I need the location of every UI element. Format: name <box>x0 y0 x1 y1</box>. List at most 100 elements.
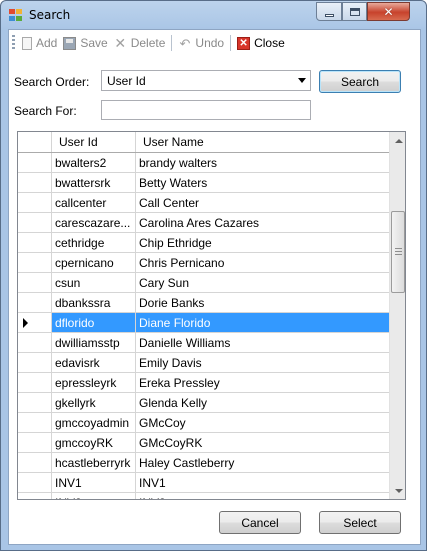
row-header[interactable] <box>18 413 52 433</box>
cell-user-id[interactable]: dwilliamsstp <box>52 333 136 353</box>
row-header[interactable] <box>18 153 52 173</box>
vertical-scrollbar[interactable] <box>389 132 405 499</box>
cell-user-id[interactable]: csun <box>52 273 136 293</box>
add-button[interactable]: Add <box>19 33 60 53</box>
table-row[interactable]: cethridge Chip Ethridge <box>18 233 389 253</box>
save-disk-icon <box>63 36 77 50</box>
row-header[interactable] <box>18 173 52 193</box>
window-close-button[interactable]: ✕ <box>367 2 410 21</box>
cell-user-id[interactable]: carescazare... <box>52 213 136 233</box>
toolbar-grip[interactable] <box>12 35 15 51</box>
cell-user-name[interactable]: Dorie Banks <box>136 293 389 313</box>
row-header[interactable] <box>18 293 52 313</box>
row-header[interactable] <box>18 193 52 213</box>
cell-user-id[interactable]: callcenter <box>52 193 136 213</box>
row-header[interactable] <box>18 213 52 233</box>
close-button[interactable]: ✕ Close <box>234 33 288 53</box>
scroll-down-button[interactable] <box>390 482 405 499</box>
cancel-button[interactable]: Cancel <box>219 511 301 534</box>
row-header[interactable] <box>18 333 52 353</box>
search-order-select[interactable]: User Id <box>101 70 311 91</box>
table-row[interactable]: INV1 INV1 <box>18 473 389 493</box>
table-row[interactable]: gkellyrk Glenda Kelly <box>18 393 389 413</box>
save-button[interactable]: Save <box>60 33 110 53</box>
row-header[interactable] <box>18 493 52 499</box>
cell-user-id[interactable]: dflorido <box>52 313 136 333</box>
delete-x-icon: ✕ <box>114 34 127 51</box>
cell-user-name[interactable]: Betty Waters <box>136 173 389 193</box>
row-header[interactable] <box>18 453 52 473</box>
table-row[interactable]: gmccoyadmin GMcCoy <box>18 413 389 433</box>
cell-user-name[interactable]: Chris Pernicano <box>136 253 389 273</box>
row-header[interactable] <box>18 433 52 453</box>
cell-user-name[interactable]: Cary Sun <box>136 273 389 293</box>
table-row[interactable]: dbankssra Dorie Banks <box>18 293 389 313</box>
cell-user-name[interactable]: Carolina Ares Cazares <box>136 213 389 233</box>
row-header-corner[interactable] <box>18 132 52 152</box>
cell-user-name[interactable]: Call Center <box>136 193 389 213</box>
table-row[interactable]: carescazare... Carolina Ares Cazares <box>18 213 389 233</box>
delete-button[interactable]: ✕ Delete <box>111 33 169 53</box>
cell-user-id[interactable]: cethridge <box>52 233 136 253</box>
cell-user-id[interactable]: INV1 <box>52 473 136 493</box>
table-row[interactable]: INV2INV2 <box>18 493 389 499</box>
cell-user-id[interactable]: gkellyrk <box>52 393 136 413</box>
arrow-up-icon <box>394 138 403 143</box>
cell-user-id[interactable]: hcastleberryrk <box>52 453 136 473</box>
cell-user-name[interactable]: Haley Castleberry <box>136 453 389 473</box>
row-header[interactable] <box>18 233 52 253</box>
cell-user-name[interactable]: GMcCoy <box>136 413 389 433</box>
cell-user-id[interactable]: bwalters2 <box>52 153 136 173</box>
row-header[interactable] <box>18 273 52 293</box>
chevron-down-icon[interactable] <box>298 78 306 83</box>
cell-user-name[interactable]: Ereka Pressley <box>136 373 389 393</box>
row-header[interactable] <box>18 373 52 393</box>
table-row[interactable]: edavisrk Emily Davis <box>18 353 389 373</box>
cell-user-id[interactable]: epressleyrk <box>52 373 136 393</box>
title-bar[interactable]: Search ✕ <box>1 1 426 29</box>
cell-user-name[interactable]: Diane Florido <box>136 313 389 333</box>
table-row[interactable]: cpernicano Chris Pernicano <box>18 253 389 273</box>
row-header[interactable] <box>18 473 52 493</box>
cell-user-id[interactable]: dbankssra <box>52 293 136 313</box>
cell-user-name[interactable]: INV1 <box>136 473 389 493</box>
cell-user-name[interactable]: Emily Davis <box>136 353 389 373</box>
table-row[interactable]: dflorido Diane Florido <box>18 313 389 333</box>
cell-user-name[interactable]: brandy walters <box>136 153 389 173</box>
minimize-button[interactable] <box>316 2 342 21</box>
cell-user-name[interactable]: Chip Ethridge <box>136 233 389 253</box>
table-row[interactable]: hcastleberryrk Haley Castleberry <box>18 453 389 473</box>
maximize-button[interactable] <box>342 2 367 21</box>
column-header-user-name[interactable]: User Name <box>136 132 389 152</box>
table-row[interactable]: gmccoyRK GMcCoyRK <box>18 433 389 453</box>
scroll-up-button[interactable] <box>390 132 405 149</box>
table-row[interactable]: bwalters2 brandy walters <box>18 153 389 173</box>
table-row[interactable]: csun Cary Sun <box>18 273 389 293</box>
add-label: Add <box>36 36 58 50</box>
cell-user-id[interactable]: edavisrk <box>52 353 136 373</box>
users-grid[interactable]: User Id User Name bwalters2 brandy walter… <box>17 131 406 500</box>
table-row[interactable]: dwilliamsstp Danielle Williams <box>18 333 389 353</box>
cell-user-name[interactable]: Danielle Williams <box>136 333 389 353</box>
cell-user-id[interactable]: INV2 <box>52 493 136 499</box>
cell-user-id[interactable]: gmccoyRK <box>52 433 136 453</box>
table-row[interactable]: epressleyrk Ereka Pressley <box>18 373 389 393</box>
table-row[interactable]: bwattersrk Betty Waters <box>18 173 389 193</box>
search-button[interactable]: Search <box>319 70 401 93</box>
undo-button[interactable]: ↶ Undo <box>175 33 227 53</box>
row-header[interactable] <box>18 253 52 273</box>
column-header-user-id[interactable]: User Id <box>52 132 136 152</box>
select-button[interactable]: Select <box>319 511 401 534</box>
table-row[interactable]: callcenter Call Center <box>18 193 389 213</box>
cell-user-name[interactable]: GMcCoyRK <box>136 433 389 453</box>
cell-user-id[interactable]: cpernicano <box>52 253 136 273</box>
row-header[interactable] <box>18 353 52 373</box>
scroll-thumb[interactable] <box>391 211 405 293</box>
row-header[interactable] <box>18 313 52 333</box>
cell-user-name[interactable]: Glenda Kelly <box>136 393 389 413</box>
cell-user-name[interactable]: INV2 <box>136 493 389 499</box>
cell-user-id[interactable]: bwattersrk <box>52 173 136 193</box>
search-for-input[interactable] <box>101 100 311 120</box>
cell-user-id[interactable]: gmccoyadmin <box>52 413 136 433</box>
row-header[interactable] <box>18 393 52 413</box>
